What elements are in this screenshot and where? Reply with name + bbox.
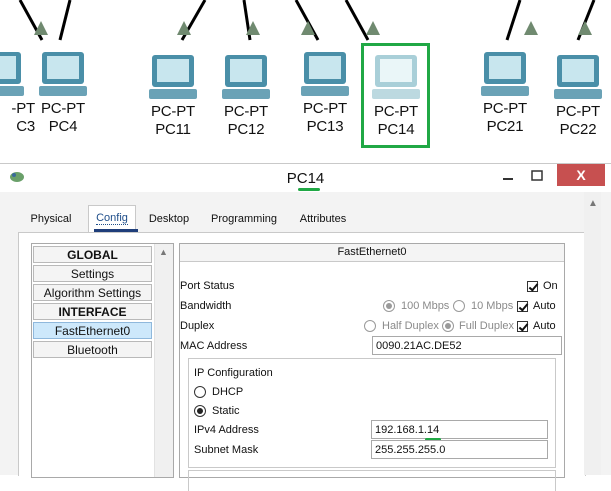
ipv4-address-label: IPv4 Address bbox=[194, 424, 259, 436]
bandwidth-10-label: 10 Mbps bbox=[471, 300, 514, 312]
config-nav-list: GLOBAL Settings Algorithm Settings INTER… bbox=[31, 243, 174, 478]
nav-item-fastethernet0[interactable]: FastEthernet0 bbox=[33, 322, 152, 339]
device-pc21[interactable]: PC-PT PC21 bbox=[470, 50, 540, 136]
pc-icon bbox=[301, 52, 349, 96]
device-config-window: PC14 X Physical Config Desktop Programmi… bbox=[0, 163, 611, 491]
tab-config-label: Config bbox=[96, 212, 128, 225]
window-scrollbar[interactable]: ▲ bbox=[584, 192, 601, 475]
subnet-mask-field[interactable]: 255.255.255.0 bbox=[371, 440, 548, 459]
ip-config-group: IP Configuration DHCP Static IPv4 Addres… bbox=[188, 358, 556, 468]
device-name-label: PC22 bbox=[559, 121, 597, 138]
pc-icon bbox=[554, 55, 602, 99]
device-pc13[interactable]: PC-PT PC13 bbox=[290, 50, 360, 136]
device-pc12[interactable]: PC-PT PC12 bbox=[211, 53, 281, 139]
scroll-up-icon[interactable]: ▲ bbox=[588, 198, 598, 209]
port-status-checkbox[interactable] bbox=[527, 281, 538, 292]
nav-item-algorithm-settings[interactable]: Algorithm Settings bbox=[33, 284, 152, 301]
duplex-label: Duplex bbox=[180, 320, 215, 332]
tab-programming[interactable]: Programming bbox=[208, 207, 280, 231]
device-name-label: PC4 bbox=[48, 118, 78, 135]
duplex-half-label: Half Duplex bbox=[382, 320, 439, 332]
dhcp-radio[interactable] bbox=[194, 386, 206, 398]
title-underline bbox=[298, 188, 320, 191]
device-type-label: PC-PT bbox=[150, 103, 195, 120]
port-status-label: Port Status bbox=[180, 280, 235, 292]
device-type-label: PC-PT bbox=[40, 100, 85, 117]
tab-config[interactable]: Config bbox=[88, 205, 136, 232]
duplex-auto-checkbox[interactable] bbox=[517, 321, 528, 332]
bandwidth-100-radio[interactable] bbox=[383, 300, 395, 312]
device-name-label: PC21 bbox=[486, 118, 524, 135]
nav-item-settings[interactable]: Settings bbox=[33, 265, 152, 282]
device-pc22[interactable]: PC-PT PC22 bbox=[543, 53, 611, 139]
duplex-auto-label: Auto bbox=[533, 320, 556, 332]
device-name-label: PC13 bbox=[306, 118, 344, 135]
static-radio[interactable] bbox=[194, 405, 206, 417]
bandwidth-auto-label: Auto bbox=[533, 300, 556, 312]
device-type-label: PC-PT bbox=[555, 103, 600, 120]
duplex-full-radio[interactable] bbox=[442, 320, 454, 332]
close-button[interactable]: X bbox=[557, 164, 605, 186]
device-type-label: PC-PT bbox=[482, 100, 527, 117]
title-bar[interactable]: PC14 X bbox=[0, 164, 611, 192]
bandwidth-100-label: 100 Mbps bbox=[401, 300, 450, 312]
mac-address-label: MAC Address bbox=[180, 340, 248, 352]
pc-icon bbox=[222, 55, 270, 99]
bandwidth-auto-checkbox[interactable] bbox=[517, 301, 528, 312]
tab-bar: Physical Config Desktop Programming Attr… bbox=[18, 205, 583, 233]
nav-header-interface: INTERFACE bbox=[33, 303, 152, 320]
duplex-full-label: Full Duplex bbox=[459, 320, 515, 332]
tab-physical[interactable]: Physical bbox=[24, 207, 78, 231]
duplex-half-radio[interactable] bbox=[364, 320, 376, 332]
ipv6-config-group bbox=[188, 470, 556, 491]
panel-title: FastEthernet0 bbox=[180, 244, 564, 262]
pc-icon bbox=[149, 55, 197, 99]
dhcp-label: DHCP bbox=[212, 386, 244, 398]
nav-scrollbar[interactable]: ▲ bbox=[154, 244, 173, 477]
static-label: Static bbox=[212, 405, 240, 417]
device-pc4[interactable]: PC-PT PC4 bbox=[28, 50, 98, 136]
ipv4-address-field[interactable]: 192.168.1.14 bbox=[371, 420, 548, 439]
tab-desktop[interactable]: Desktop bbox=[144, 207, 194, 231]
nav-item-bluetooth[interactable]: Bluetooth bbox=[33, 341, 152, 358]
pc-icon bbox=[0, 52, 24, 96]
selection-highlight bbox=[361, 43, 430, 148]
interface-panel: FastEthernet0 Port Status On Bandwidth 1… bbox=[179, 243, 565, 491]
device-name-label: PC12 bbox=[227, 121, 265, 138]
minimize-icon[interactable] bbox=[499, 169, 517, 183]
topology-canvas[interactable]: -PT C3 PC-PT PC4 PC-PT PC11 PC-PT PC12 P… bbox=[0, 0, 611, 160]
pc-icon bbox=[39, 52, 87, 96]
maximize-icon[interactable] bbox=[528, 169, 546, 183]
scroll-up-icon[interactable]: ▲ bbox=[159, 247, 168, 257]
device-type-label: PC-PT bbox=[302, 100, 347, 117]
ip-config-title: IP Configuration bbox=[194, 367, 273, 379]
config-body: GLOBAL Settings Algorithm Settings INTER… bbox=[18, 232, 586, 491]
bandwidth-label: Bandwidth bbox=[180, 300, 232, 312]
nav-header-global: GLOBAL bbox=[33, 246, 152, 263]
port-status-on-label: On bbox=[543, 280, 558, 292]
mac-address-field[interactable]: 0090.21AC.DE52 bbox=[372, 336, 562, 355]
device-pc11[interactable]: PC-PT PC11 bbox=[138, 53, 208, 139]
device-name-label: PC11 bbox=[155, 121, 191, 138]
window-title: PC14 bbox=[286, 170, 325, 187]
pc-icon bbox=[481, 52, 529, 96]
tab-attributes[interactable]: Attributes bbox=[294, 207, 352, 231]
subnet-mask-label: Subnet Mask bbox=[194, 444, 259, 456]
device-type-label: PC-PT bbox=[223, 103, 268, 120]
bandwidth-10-radio[interactable] bbox=[453, 300, 465, 312]
